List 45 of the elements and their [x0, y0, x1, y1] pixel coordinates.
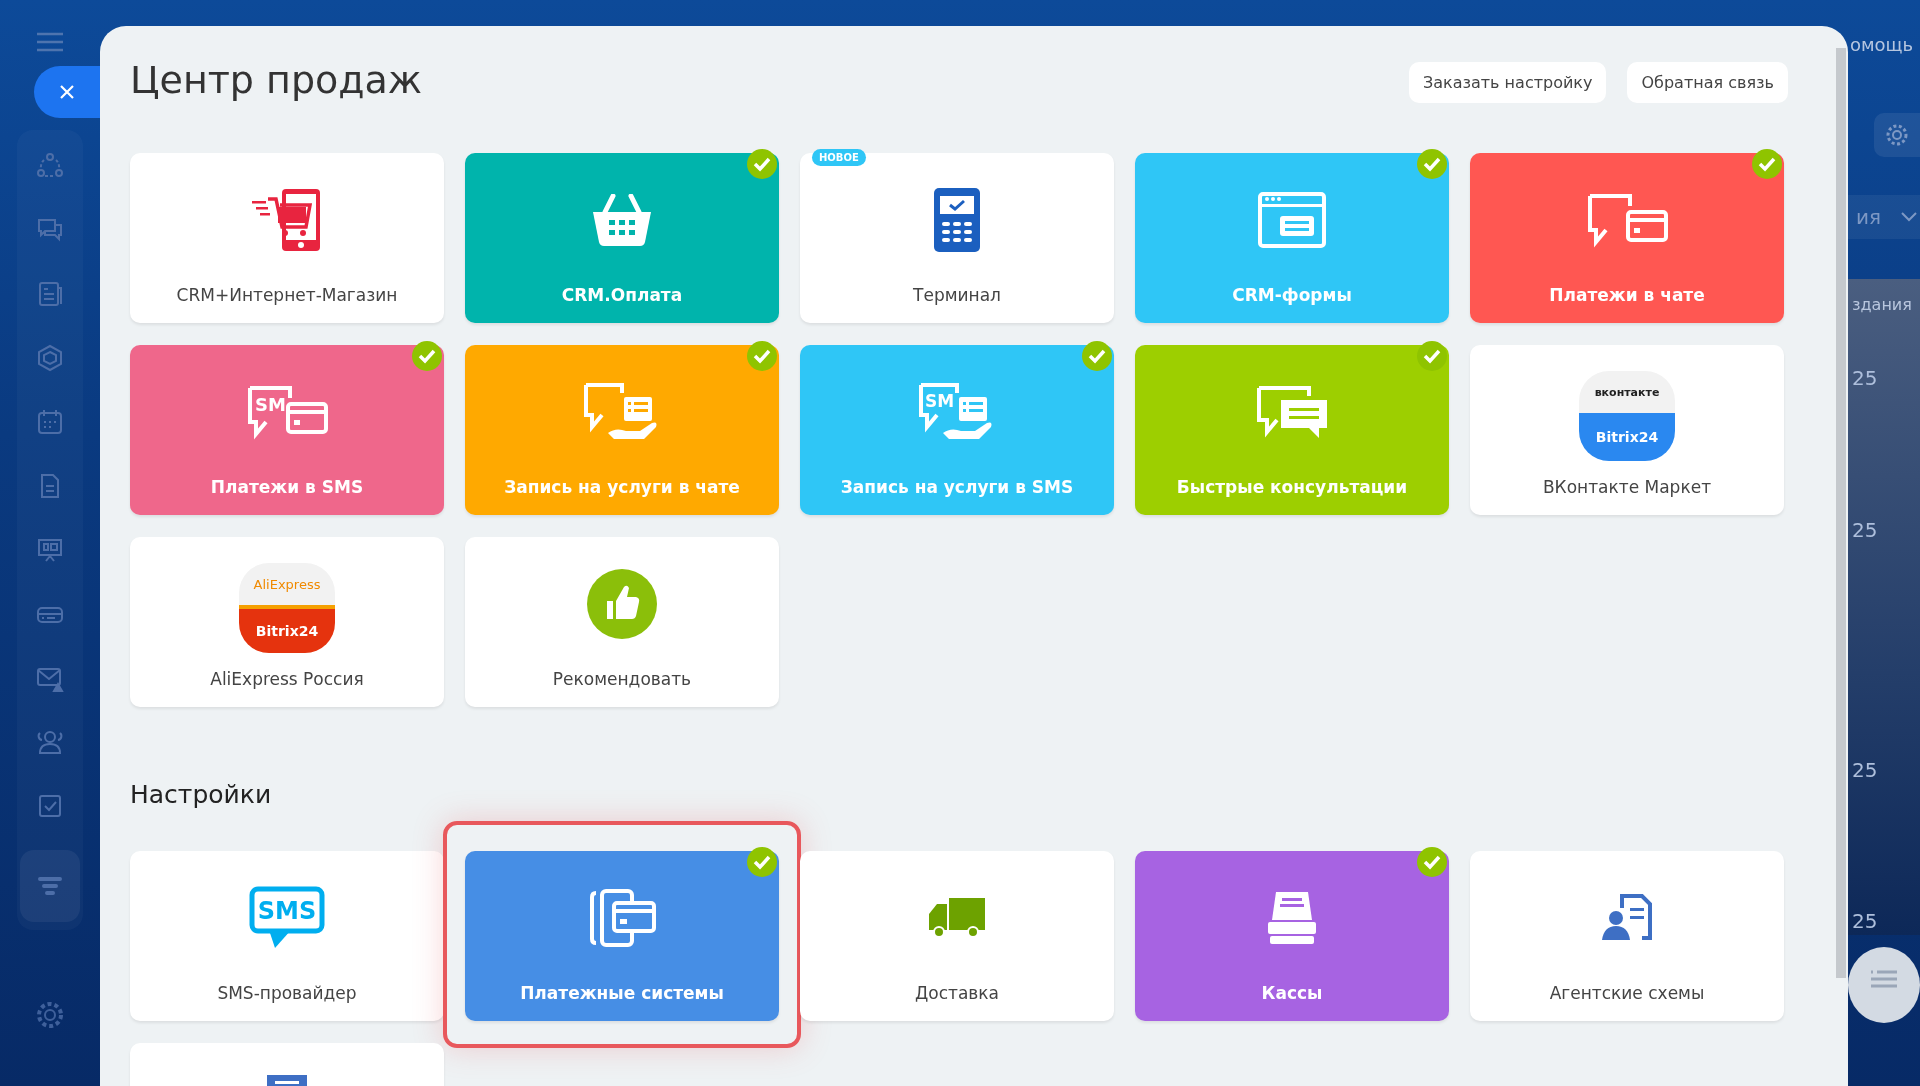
- help-link[interactable]: омощь: [1848, 28, 1920, 61]
- tile-label: Агентские схемы: [1549, 983, 1705, 1003]
- feature-tile[interactable]: CRM.Оплата: [465, 153, 779, 323]
- feature-tile[interactable]: SMS SMS-провайдер: [130, 851, 444, 1021]
- tile-label: Запись на услуги в SMS: [840, 477, 1074, 497]
- logo-top-text: AliExpress: [239, 563, 335, 609]
- header-button[interactable]: Заказать настройку: [1408, 62, 1607, 103]
- panel-title: Центр продаж: [130, 57, 423, 104]
- table-cell-text: 25: [1852, 518, 1879, 542]
- tile-label: Запись на услуги в чате: [504, 477, 740, 497]
- feature-tile[interactable]: Агентские схемы: [1470, 851, 1784, 1021]
- filter-field[interactable]: ия: [1848, 195, 1920, 239]
- feature-tile[interactable]: SM Платежи в SMS: [130, 345, 444, 515]
- tile-label: CRM.Оплата: [561, 285, 683, 305]
- feature-tile[interactable]: Платежи в чате: [1470, 153, 1784, 323]
- logo-bottom-text: Bitrix24: [239, 609, 335, 653]
- tile-label: ВКонтакте Маркет: [1542, 477, 1712, 497]
- feature-tile[interactable]: Кассы: [1135, 851, 1449, 1021]
- tile-label: Платежи в чате: [1549, 285, 1705, 305]
- feature-tile[interactable]: CRM+Интернет-Магазин: [130, 153, 444, 323]
- feature-tile[interactable]: Рекомендовать: [465, 537, 779, 707]
- tile-label: Терминал: [913, 285, 1001, 305]
- feature-tile[interactable]: вконтакте Bitrix24 ВКонтакте Маркет: [1470, 345, 1784, 515]
- feature-tile[interactable]: Платежные системы: [465, 851, 779, 1021]
- header-button[interactable]: Обратная связь: [1627, 62, 1788, 103]
- tile-label: Платежи в SMS: [210, 477, 364, 497]
- logo-bottom-text: Bitrix24: [1579, 413, 1675, 461]
- tile-label: SMS-провайдер: [217, 983, 357, 1003]
- table-cell-text: 25: [1852, 909, 1879, 933]
- logo-top-text: вконтакте: [1579, 371, 1675, 413]
- table-cell-text: 25: [1852, 758, 1879, 782]
- table-cell-text: 25: [1852, 366, 1879, 390]
- new-badge: НОВОЕ: [812, 149, 866, 166]
- tile-label: Доставка: [914, 983, 1000, 1003]
- tile-label: Рекомендовать: [552, 669, 692, 689]
- tile-label: Кассы: [1261, 983, 1323, 1003]
- tile-label: CRM-формы: [1232, 285, 1352, 305]
- feature-tile[interactable]: AliExpress Bitrix24 AliExpress Россия: [130, 537, 444, 707]
- tile-label: Платежные системы: [520, 983, 724, 1003]
- feature-tile[interactable]: Доставка: [800, 851, 1114, 1021]
- column-header: здания: [1852, 295, 1913, 314]
- tile-label: AliExpress Россия: [210, 669, 364, 689]
- section-title: Настройки: [130, 779, 273, 811]
- tile-label: CRM+Интернет-Магазин: [176, 285, 398, 305]
- tile-label: Быстрые консультации: [1176, 477, 1408, 497]
